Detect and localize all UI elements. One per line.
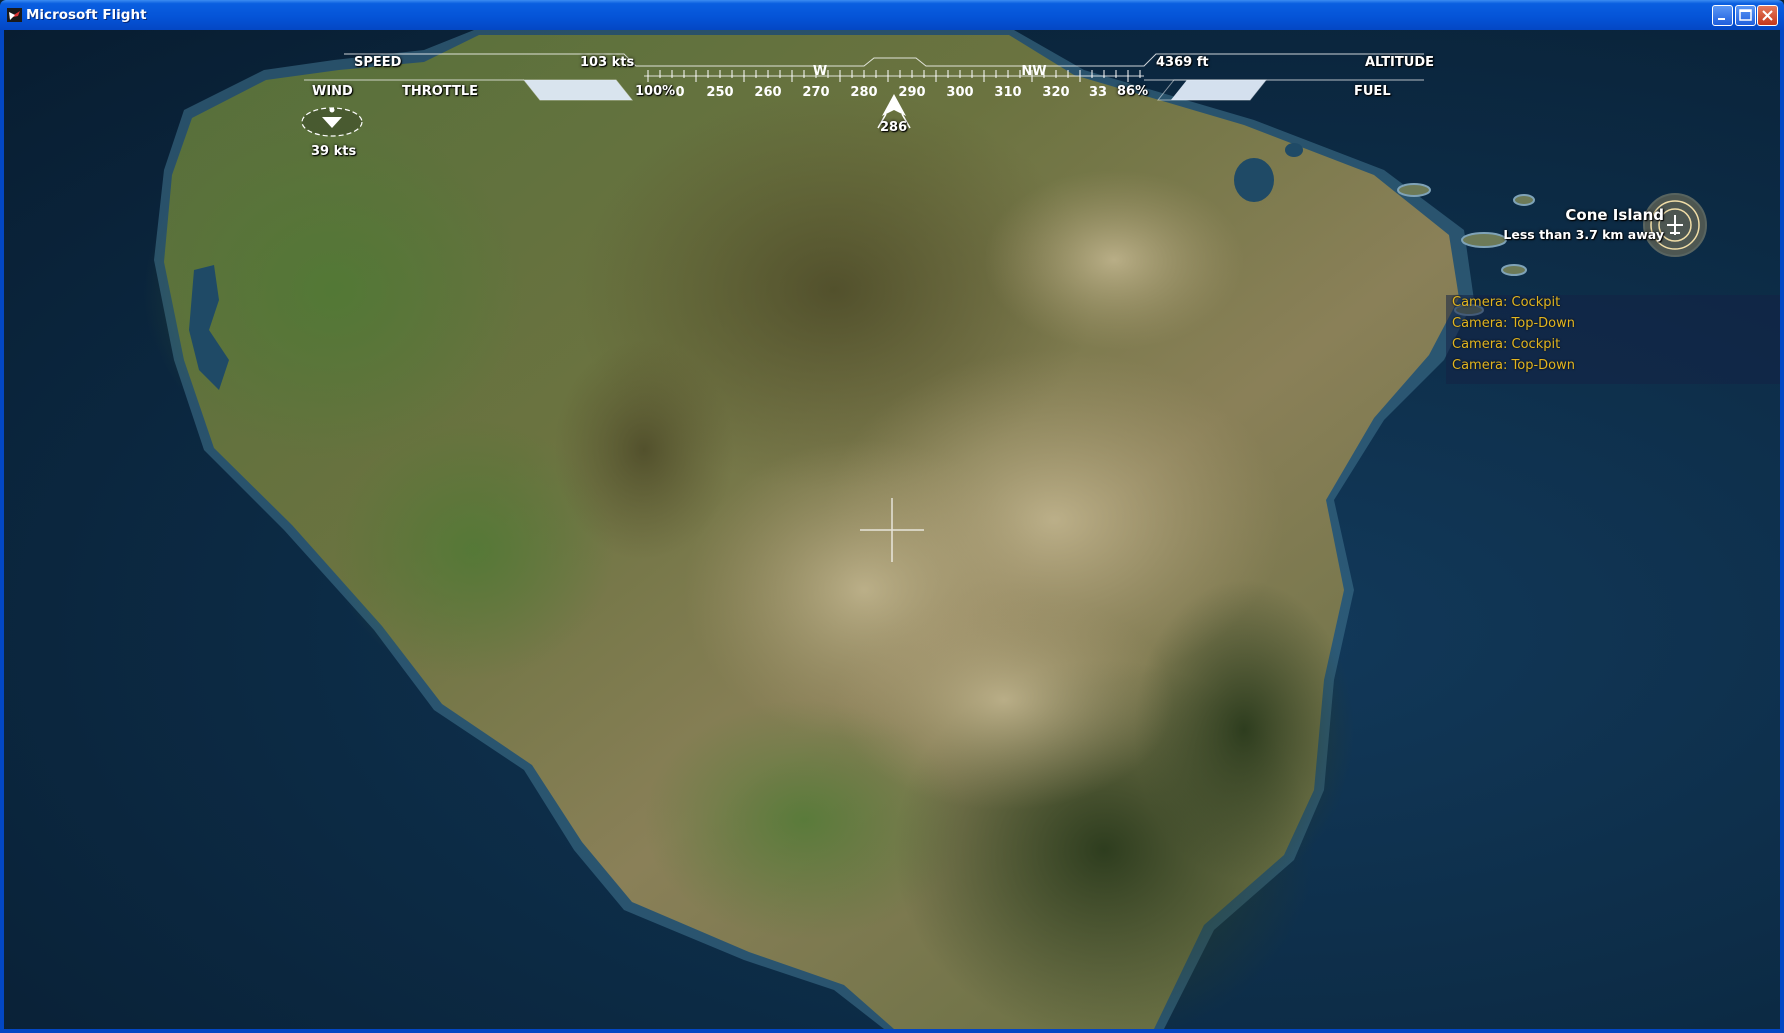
altitude-value: 4369 ft — [1156, 55, 1209, 70]
log-line: Camera: Top-Down — [1452, 358, 1575, 373]
window-frame-bottom — [0, 1029, 1784, 1033]
log-line: Camera: Cockpit — [1452, 337, 1561, 352]
fuel-label: FUEL — [1354, 84, 1391, 99]
maximize-button[interactable] — [1735, 5, 1756, 26]
window-titlebar[interactable]: Microsoft Flight — [0, 0, 1784, 30]
throttle-label: THROTTLE — [402, 84, 479, 99]
window-title: Microsoft Flight — [26, 7, 147, 23]
wind-arrow-icon — [301, 107, 363, 137]
heading-value: 286 — [880, 120, 908, 135]
destination-distance: Less than 3.7 km away — [1503, 227, 1664, 242]
altitude-label: ALTITUDE — [1365, 55, 1434, 70]
minimize-button[interactable] — [1712, 5, 1733, 26]
throttle-value: 100% — [635, 84, 676, 99]
speed-label: SPEED — [354, 55, 402, 70]
close-icon — [1762, 10, 1773, 21]
throttle-bar — [524, 80, 632, 100]
maximize-icon — [1739, 9, 1752, 21]
app-icon — [7, 8, 22, 22]
speed-value: 103 kts — [580, 55, 635, 70]
game-viewport[interactable]: 0 250 260 270 280 290 300 310 320 33 W NW SPEED 103… — [4, 30, 1780, 1029]
fuel-bar — [1170, 80, 1266, 100]
airport-marker-icon[interactable] — [1642, 192, 1708, 258]
camera-message-log: Camera: Cockpit Camera: Top-Down Camera:… — [1446, 295, 1780, 384]
destination-name: Cone Island — [1565, 206, 1664, 224]
wind-label: WIND — [312, 84, 353, 99]
minimize-icon — [1718, 18, 1725, 20]
window-frame-right — [1780, 30, 1784, 1033]
fuel-value: 86% — [1117, 84, 1149, 99]
log-line: Camera: Cockpit — [1452, 295, 1561, 310]
log-line: Camera: Top-Down — [1452, 316, 1575, 331]
wind-speed: 39 kts — [311, 144, 357, 159]
close-button[interactable] — [1757, 5, 1778, 26]
crosshair-icon — [860, 498, 924, 562]
